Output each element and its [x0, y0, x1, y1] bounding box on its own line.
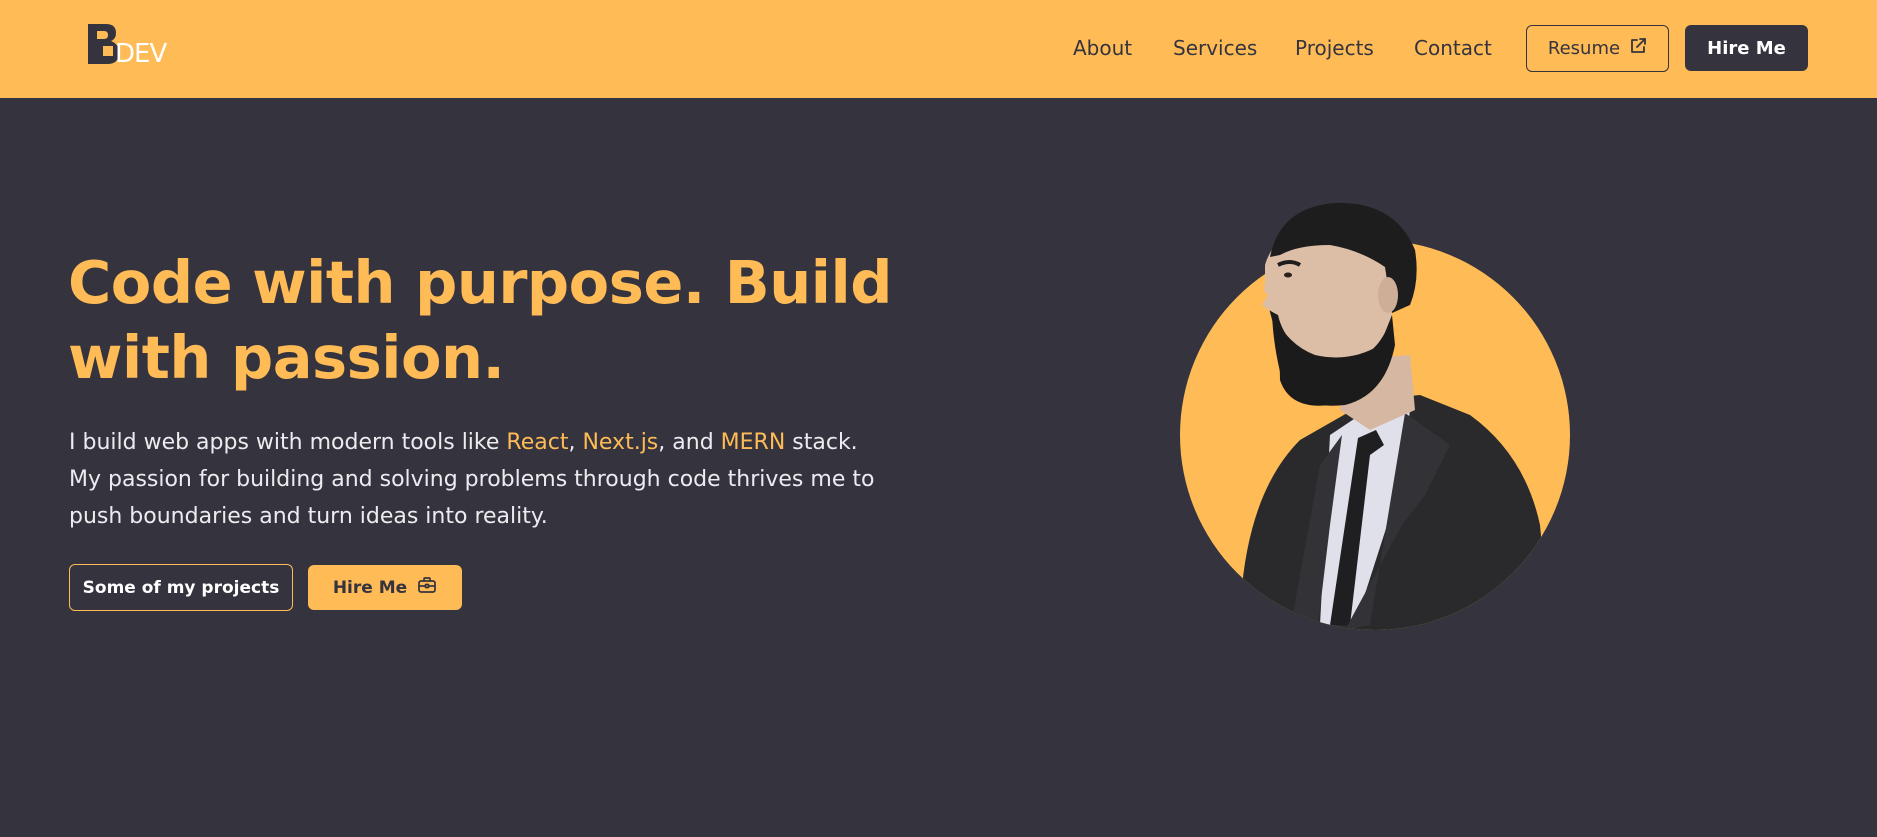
nav-projects[interactable]: Projects [1295, 36, 1374, 60]
nav-services[interactable]: Services [1173, 36, 1257, 60]
briefcase-icon [417, 576, 437, 599]
projects-button[interactable]: Some of my projects [69, 564, 293, 611]
resume-button[interactable]: Resume [1526, 25, 1669, 72]
intro-sep: , and [658, 430, 721, 455]
profile-portrait [1170, 195, 1580, 635]
hire-me-hero-button[interactable]: Hire Me [308, 565, 462, 610]
hire-me-header-button[interactable]: Hire Me [1685, 25, 1808, 71]
tech-nextjs: Next.js [582, 430, 659, 455]
hero-intro: I build web apps with modern tools like … [69, 424, 949, 535]
tech-react: React [506, 430, 569, 455]
headline-line-1: Code with purpose. Build [68, 248, 892, 317]
nav-contact[interactable]: Contact [1414, 36, 1492, 60]
external-link-icon [1629, 37, 1647, 60]
headline-line-2: with passion. [68, 323, 505, 392]
intro-text: stack. [785, 430, 858, 455]
intro-line-3: push boundaries and turn ideas into real… [69, 504, 548, 529]
hero-headline: Code with purpose. Build with passion. [68, 245, 968, 395]
intro-sep: , [568, 430, 583, 455]
tech-mern: MERN [720, 430, 786, 455]
intro-text: I build web apps with modern tools like [69, 430, 507, 455]
intro-line-1: I build web apps with modern tools like … [69, 424, 949, 461]
site-header: DEV About Services Projects Contact Resu… [0, 0, 1877, 98]
intro-line-2: My passion for building and solving prob… [69, 467, 875, 492]
nav-about[interactable]: About [1073, 36, 1132, 60]
resume-label: Resume [1547, 38, 1621, 59]
hire-me-label: Hire Me [332, 577, 408, 598]
